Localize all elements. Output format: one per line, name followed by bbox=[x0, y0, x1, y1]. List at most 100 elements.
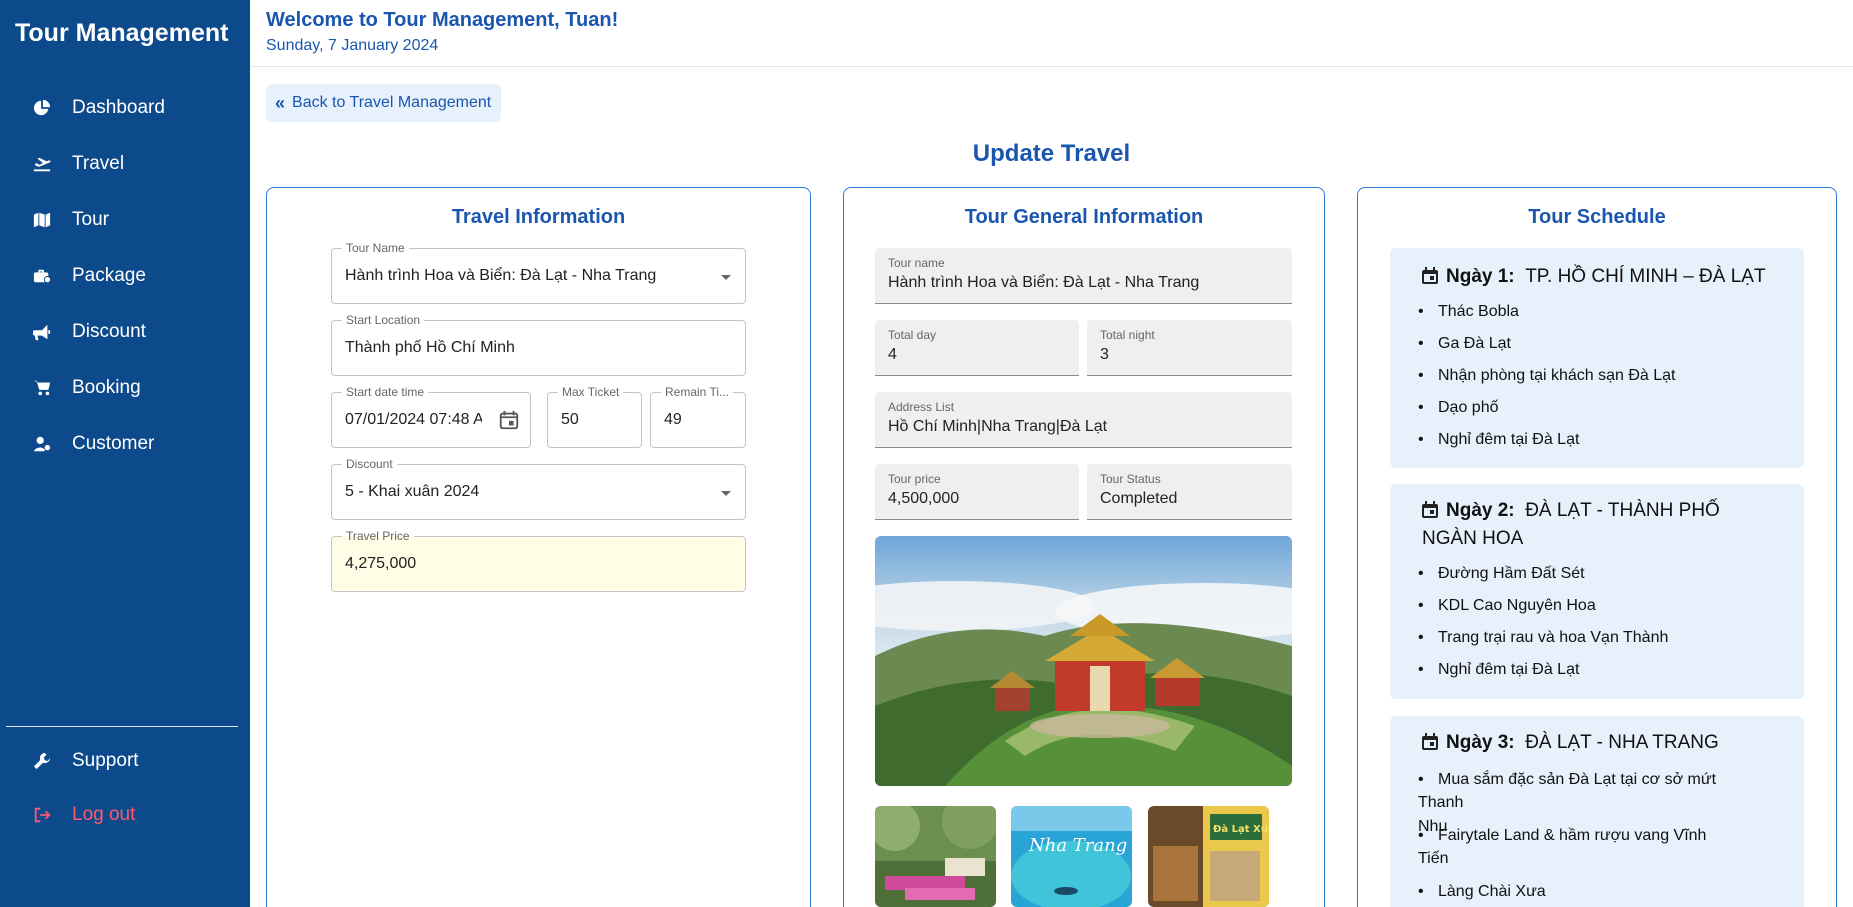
field-label: Discount bbox=[342, 457, 397, 471]
schedule-day-card: Ngày 1: TP. HỒ CHÍ MINH – ĐÀ LẠT Thác Bo… bbox=[1390, 248, 1804, 468]
sidebar-item-discount[interactable]: Discount bbox=[0, 310, 250, 354]
sidebar-item-dashboard[interactable]: Dashboard bbox=[0, 86, 250, 130]
sidebar-item-label: Booking bbox=[72, 377, 141, 398]
panel-title: Tour Schedule bbox=[1528, 206, 1666, 228]
field-label: Tour Name bbox=[342, 241, 409, 255]
sidebar-item-booking[interactable]: Booking bbox=[0, 366, 250, 410]
sidebar-item-label: Discount bbox=[72, 321, 146, 342]
page-title: Update Travel bbox=[972, 140, 1131, 167]
sidebar-item-tour[interactable]: Tour bbox=[0, 198, 250, 242]
back-button[interactable]: « Back to Travel Management bbox=[266, 84, 502, 122]
sidebar-item-label: Dashboard bbox=[72, 97, 165, 118]
schedule-item: KDL Cao Nguyên Hoa bbox=[1418, 594, 1596, 618]
back-button-label: Back to Travel Management bbox=[292, 94, 492, 111]
sidebar-divider bbox=[6, 726, 238, 727]
field-label: Start date time bbox=[342, 385, 429, 399]
tour-status-readonly: Tour Status Completed bbox=[1087, 464, 1292, 520]
tour-thumbnail[interactable]: Nha Trang bbox=[1011, 806, 1132, 907]
sidebar-item-customer[interactable]: Customer bbox=[0, 422, 250, 466]
day-title: ĐÀ LẠT - NHA TRANG bbox=[1525, 732, 1719, 753]
schedule-day-card: Ngày 2: ĐÀ LẠT - THÀNH PHỐ NGÀN HOA Đườn… bbox=[1390, 484, 1804, 699]
field-value: 4,500,000 bbox=[888, 490, 960, 507]
field-label: Address List bbox=[888, 400, 955, 414]
field-label: Start Location bbox=[342, 313, 425, 327]
app-root: Tour Management Dashboard Travel Tour Pa… bbox=[0, 0, 1853, 907]
brand-title: Tour Management bbox=[15, 19, 229, 47]
thumbnail-caption: Đà Lạt Xưa bbox=[1213, 823, 1269, 835]
sidebar-item-label: Travel bbox=[72, 153, 125, 174]
field-value: 5 - Khai xuân 2024 bbox=[345, 483, 480, 500]
travel-price-field[interactable]: Travel Price 4,275,000 bbox=[331, 529, 746, 592]
sidebar-item-label: Support bbox=[72, 750, 139, 771]
start-date-field[interactable]: Start date time 07/01/2024 07:48 AM bbox=[331, 385, 531, 448]
schedule-item: Nhận phòng tại khách sạn Đà Lạt bbox=[1418, 364, 1675, 388]
start-location-field[interactable]: Start Location Thành phố Hồ Chí Minh bbox=[331, 313, 746, 376]
dropdown-arrow-icon bbox=[721, 491, 731, 496]
field-value: Thành phố Hồ Chí Minh bbox=[345, 339, 515, 356]
day-heading-continued: NGÀN HOA bbox=[1422, 528, 1524, 549]
schedule-item: Làng Chài Xưa bbox=[1418, 880, 1546, 904]
cart-icon bbox=[32, 378, 52, 398]
field-value: 4,275,000 bbox=[345, 555, 417, 572]
schedule-item: Thác Bobla bbox=[1418, 300, 1519, 324]
max-ticket-field[interactable]: Max Ticket 50 bbox=[547, 385, 642, 448]
field-value: 49 bbox=[664, 411, 682, 428]
field-value: 3 bbox=[1100, 346, 1109, 363]
top-header: Welcome to Tour Management, Tuan! Sunday… bbox=[250, 0, 1853, 67]
schedule-item: Fairytale Land & hầm rượu vang Vĩnh bbox=[1418, 824, 1706, 848]
user-gear-icon bbox=[32, 434, 52, 454]
schedule-item: Mua sắm đặc sản Đà Lạt tại cơ sở mứt bbox=[1418, 768, 1716, 792]
field-label: Tour Status bbox=[1100, 472, 1161, 486]
field-value: Hồ Chí Minh|Nha Trang|Đà Lạt bbox=[888, 418, 1108, 435]
logout-label: Log out bbox=[72, 804, 136, 825]
sidebar-item-label: Tour bbox=[72, 209, 109, 230]
day-heading: Ngày 2: ĐÀ LẠT - THÀNH PHỐ bbox=[1422, 497, 1720, 525]
schedule-item-wrap: Tiến bbox=[1418, 850, 1449, 867]
suitcase-icon bbox=[32, 266, 52, 286]
sidebar-item-package[interactable]: Package bbox=[0, 254, 250, 298]
wrench-icon bbox=[32, 751, 52, 771]
panel-title: Travel Information bbox=[451, 206, 626, 228]
dropdown-arrow-icon bbox=[721, 275, 731, 280]
field-label: Max Ticket bbox=[558, 385, 624, 399]
day-heading: Ngày 3: ĐÀ LẠT - NHA TRANG bbox=[1422, 729, 1719, 757]
remain-ticket-field[interactable]: Remain Ti... 49 bbox=[650, 385, 746, 448]
calendar-icon[interactable] bbox=[498, 409, 520, 431]
total-day-readonly: Total day 4 bbox=[875, 320, 1079, 376]
schedule-day-card: Ngày 3: ĐÀ LẠT - NHA TRANG Mua sắm đặc s… bbox=[1390, 716, 1804, 907]
field-label: Tour price bbox=[888, 472, 941, 486]
calendar-icon bbox=[1422, 501, 1438, 518]
field-label: Tour name bbox=[888, 256, 945, 270]
field-value: 4 bbox=[888, 346, 897, 363]
field-label: Remain Ti... bbox=[661, 385, 734, 399]
tour-thumbnail[interactable] bbox=[875, 806, 996, 907]
field-label: Total day bbox=[888, 328, 937, 342]
schedule-item: Dạo phố bbox=[1418, 396, 1498, 420]
tour-name-select[interactable]: Tour Name Hành trình Hoa và Biển: Đà Lạt… bbox=[331, 241, 746, 304]
sidebar-item-support[interactable]: Support bbox=[0, 739, 250, 783]
calendar-icon bbox=[1422, 733, 1438, 750]
day-number: Ngày 3: bbox=[1446, 732, 1515, 753]
thumbnail-caption: Nha Trang bbox=[1028, 835, 1127, 856]
day-number: Ngày 1: bbox=[1446, 266, 1515, 287]
panel-title: Tour General Information bbox=[964, 206, 1204, 228]
tour-main-image[interactable] bbox=[875, 536, 1292, 786]
calendar-icon bbox=[1422, 267, 1438, 284]
discount-select[interactable]: Discount 5 - Khai xuân 2024 bbox=[331, 457, 746, 520]
field-value: 07/01/2024 07:48 AM bbox=[345, 411, 482, 428]
field-label: Travel Price bbox=[342, 529, 414, 543]
tour-price-readonly: Tour price 4,500,000 bbox=[875, 464, 1079, 520]
sidebar-item-label: Customer bbox=[72, 433, 155, 454]
sidebar-item-travel[interactable]: Travel bbox=[0, 142, 250, 186]
map-icon bbox=[32, 210, 52, 230]
welcome-message: Welcome to Tour Management, Tuan! bbox=[266, 9, 619, 31]
logout-button[interactable]: Log out bbox=[0, 793, 250, 837]
field-value: Hành trình Hoa và Biển: Đà Lạt - Nha Tra… bbox=[345, 267, 657, 284]
schedule-item: Đường Hầm Đất Sét bbox=[1418, 562, 1585, 586]
schedule-item: Nghỉ đêm tại Đà Lạt bbox=[1418, 428, 1579, 452]
field-value: Hành trình Hoa và Biển: Đà Lạt - Nha Tra… bbox=[888, 274, 1200, 291]
plane-departure-icon bbox=[32, 154, 52, 174]
tour-name-readonly: Tour name Hành trình Hoa và Biển: Đà Lạt… bbox=[875, 248, 1292, 304]
tour-thumbnail[interactable]: Đà Lạt Xưa bbox=[1148, 806, 1269, 907]
field-label: Total night bbox=[1100, 328, 1155, 342]
